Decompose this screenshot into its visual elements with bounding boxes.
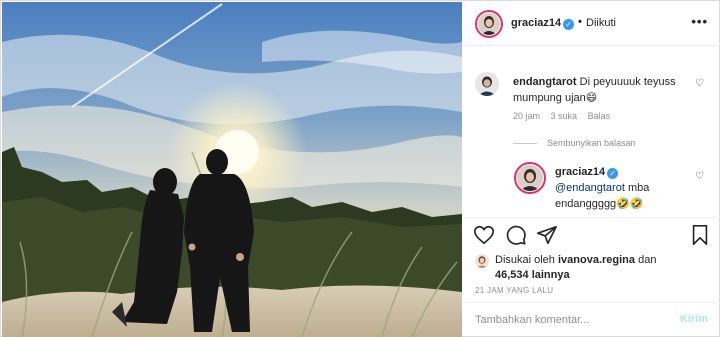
reply-mention-link[interactable]: @endangtarot (555, 182, 625, 194)
commenter-avatar-image (475, 72, 499, 96)
reply-like-icon[interactable]: ♡ (695, 171, 704, 182)
comment-reply-button[interactable]: Balas (588, 111, 611, 121)
bookmark-save-icon[interactable] (689, 224, 711, 246)
hide-replies-label[interactable]: Sembunyikan balasan (547, 138, 636, 148)
liker-avatar[interactable] (475, 254, 489, 268)
author-avatar[interactable] (475, 10, 503, 38)
reply-avatar[interactable] (514, 162, 546, 194)
comment-input[interactable] (475, 311, 665, 329)
post-photo[interactable] (2, 2, 462, 337)
reply-username[interactable]: graciaz14 (555, 166, 605, 178)
comment-likes[interactable]: 3 suka (551, 111, 578, 121)
likes-prefix: Disukai oleh (495, 254, 555, 266)
post-comment-button[interactable]: Kirim (680, 313, 708, 325)
add-comment-bar: Kirim (463, 302, 720, 337)
reply-avatar-image (517, 165, 543, 191)
comment-username[interactable]: endangtarot (513, 76, 577, 88)
reply-body: graciaz14 ✓ @endangtarot mba endanggggg🤣🤣 (555, 164, 685, 212)
post-timestamp[interactable]: 21 JAM YANG LALU (475, 286, 553, 295)
follow-status-button[interactable]: Diikuti (586, 17, 616, 29)
verified-badge-icon: ✓ (563, 19, 575, 30)
author-username-text[interactable]: graciaz14 (511, 17, 561, 29)
hide-replies-button[interactable]: Sembunyikan balasan (513, 138, 636, 148)
likes-joiner: dan (638, 254, 657, 266)
likes-count-link[interactable]: 46,534 lainnya (495, 269, 570, 281)
photo-image (2, 2, 462, 337)
post-sidebar: graciaz14 ✓ • Diikuti ••• endangtarot Di … (463, 2, 720, 337)
comment-time: 20 jam (513, 111, 541, 121)
comment-like-icon[interactable]: ♡ (695, 78, 704, 89)
likes-summary: Disukai oleh ivanova.regina dan 46,534 l… (495, 253, 710, 283)
like-heart-icon[interactable] (473, 224, 495, 246)
comment-meta: 20 jam 3 suka Balas (513, 111, 618, 121)
more-options-icon[interactable]: ••• (691, 14, 708, 29)
reply-emoji: 🤣🤣 (616, 198, 644, 210)
comment-bubble-icon[interactable] (505, 224, 527, 246)
liker-avatar-image (475, 254, 489, 268)
commenter-avatar[interactable] (475, 72, 499, 96)
likes-user-link[interactable]: ivanova.regina (558, 254, 635, 266)
comments-section: endangtarot Di peyuuuuk teyuss mumpung u… (463, 47, 720, 217)
post-actions: Disukai oleh ivanova.regina dan 46,534 l… (463, 217, 720, 337)
hide-replies-line (513, 143, 537, 145)
comment-emoji: 😄 (585, 92, 598, 104)
author-username[interactable]: graciaz14 ✓ (511, 17, 575, 30)
verified-badge-icon: ✓ (607, 168, 619, 179)
separator-dot: • (578, 16, 582, 28)
comment-body: endangtarot Di peyuuuuk teyuss mumpung u… (513, 74, 683, 106)
share-paper-plane-icon[interactable] (536, 224, 558, 246)
post-header: graciaz14 ✓ • Diikuti ••• (463, 2, 720, 46)
post-dialog: graciaz14 ✓ • Diikuti ••• endangtarot Di … (0, 0, 720, 337)
author-avatar-image (478, 13, 500, 35)
